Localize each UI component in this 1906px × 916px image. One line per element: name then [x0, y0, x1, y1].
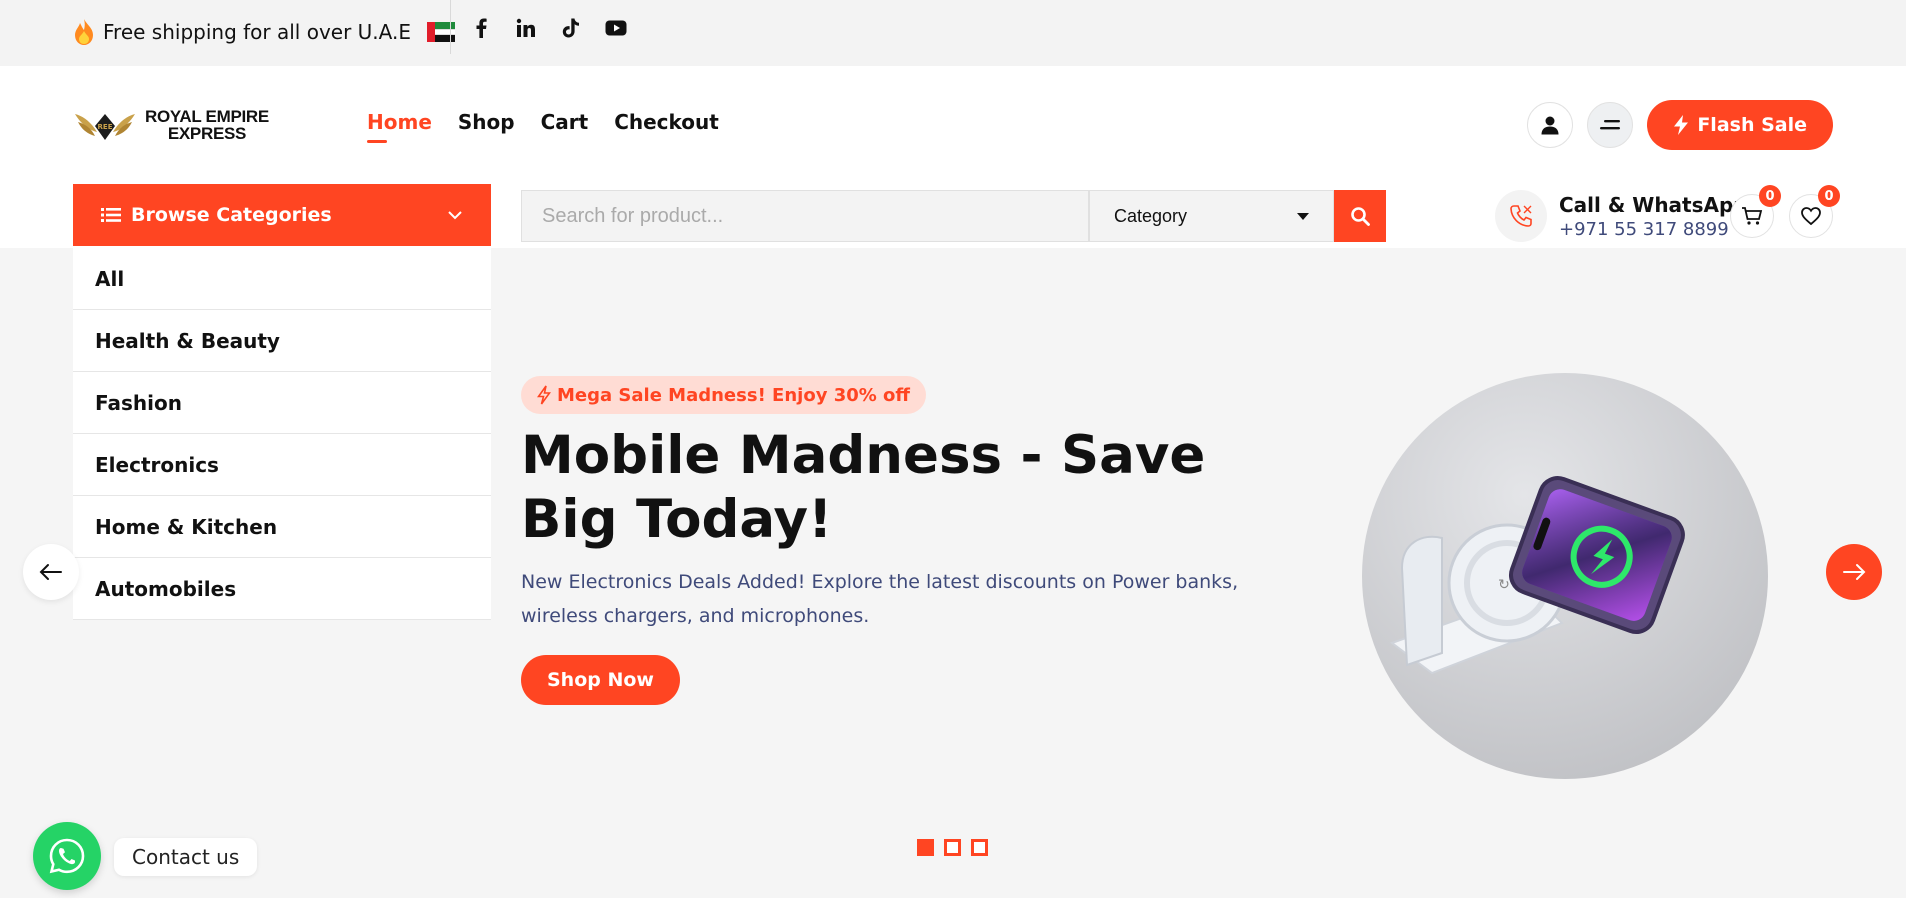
slide-dot-1[interactable]: [917, 839, 934, 856]
arrow-right-icon: [1843, 564, 1866, 580]
hero-product-image: ↻: [1362, 373, 1768, 779]
category-list: All Health & Beauty Fashion Electronics …: [73, 248, 491, 620]
category-item-health-beauty[interactable]: Health & Beauty: [73, 310, 491, 372]
slider-pagination: [917, 839, 988, 856]
category-select-value: Category: [1114, 205, 1188, 226]
hero-title: Mobile Madness - Save Big Today!: [521, 425, 1206, 550]
chevron-down-icon: [448, 211, 462, 220]
search-button[interactable]: [1334, 190, 1386, 242]
contact-text: Call & WhatsApp +971 55 317 8899: [1559, 193, 1748, 240]
logo-wordmark: ROYAL EMPIRE EXPRESS: [145, 108, 269, 142]
caret-down-icon: [1297, 212, 1309, 220]
wishlist-button[interactable]: 0: [1789, 185, 1840, 238]
lightning-icon: [537, 385, 551, 405]
facebook-icon[interactable]: [470, 17, 492, 39]
category-select[interactable]: Category: [1089, 190, 1334, 242]
slide-dot-3[interactable]: [971, 839, 988, 856]
svg-text:REE: REE: [98, 123, 113, 131]
account-button[interactable]: [1527, 102, 1574, 148]
main-nav: Home Shop Cart Checkout: [367, 110, 719, 143]
category-item-fashion[interactable]: Fashion: [73, 372, 491, 434]
logo-line-2: EXPRESS: [167, 124, 247, 143]
topbar-divider: [450, 0, 451, 54]
user-icon: [1541, 116, 1559, 135]
hero-promo-badge: Mega Sale Madness! Enjoy 30% off: [521, 376, 926, 414]
category-item-all[interactable]: All: [73, 248, 491, 310]
top-bar: Free shipping for all over U.A.E: [0, 0, 1906, 66]
category-item-automobiles[interactable]: Automobiles: [73, 558, 491, 620]
hero-promo-text: Mega Sale Madness! Enjoy 30% off: [557, 384, 910, 406]
fire-icon: [75, 19, 93, 45]
cart-count-badge: 0: [1759, 185, 1781, 207]
youtube-icon[interactable]: [605, 17, 627, 39]
slide-dot-2[interactable]: [944, 839, 961, 856]
arrow-left-icon: [39, 564, 62, 580]
logo-emblem-icon: REE: [75, 114, 135, 140]
wishlist-count-badge: 0: [1818, 185, 1840, 207]
whatsapp-button[interactable]: [33, 822, 101, 890]
category-item-home-kitchen[interactable]: Home & Kitchen: [73, 496, 491, 558]
menu-toggle-button[interactable]: [1587, 102, 1634, 148]
logo-line-1: ROYAL EMPIRE: [145, 107, 269, 126]
social-links: [470, 17, 627, 39]
browse-categories-label: Browse Categories: [131, 204, 332, 226]
next-slide-button[interactable]: [1826, 544, 1882, 600]
phone-icon: [1495, 190, 1547, 242]
contact-title: Call & WhatsApp: [1559, 192, 1748, 217]
nav-checkout[interactable]: Checkout: [614, 110, 719, 134]
lightning-icon: [1674, 115, 1689, 135]
flash-sale-button[interactable]: Flash Sale: [1647, 100, 1833, 150]
site-logo[interactable]: REE ROYAL EMPIRE EXPRESS: [73, 104, 269, 146]
contact-us-label[interactable]: Contact us: [114, 838, 258, 876]
nav-home[interactable]: Home: [367, 110, 432, 143]
browse-categories-button[interactable]: Browse Categories: [73, 184, 491, 246]
list-icon: [101, 208, 121, 222]
tiktok-icon[interactable]: [560, 17, 582, 39]
svg-text:↻: ↻: [1498, 577, 1510, 593]
previous-slide-button[interactable]: [23, 544, 79, 600]
whatsapp-icon: [49, 838, 85, 874]
search-icon: [1351, 207, 1370, 226]
cart-icon: [1742, 207, 1763, 225]
heart-icon: [1801, 207, 1821, 226]
cart-button[interactable]: 0: [1730, 185, 1781, 238]
shipping-promo: Free shipping for all over U.A.E: [73, 18, 455, 46]
category-item-electronics[interactable]: Electronics: [73, 434, 491, 496]
search-placeholder: Search for product...: [542, 204, 724, 227]
menu-icon: [1600, 120, 1621, 130]
linkedin-icon[interactable]: [515, 17, 537, 39]
search-input[interactable]: Search for product...: [521, 190, 1089, 242]
flash-sale-label: Flash Sale: [1697, 114, 1807, 136]
contact-phone[interactable]: +971 55 317 8899: [1559, 219, 1748, 240]
contact-block[interactable]: Call & WhatsApp +971 55 317 8899: [1495, 190, 1748, 242]
nav-cart[interactable]: Cart: [541, 110, 589, 134]
hero-description: New Electronics Deals Added! Explore the…: [521, 571, 1239, 627]
shop-now-button[interactable]: Shop Now: [521, 655, 680, 705]
header-actions: Flash Sale: [1527, 100, 1833, 150]
nav-shop[interactable]: Shop: [458, 110, 515, 134]
promo-text: Free shipping for all over U.A.E: [103, 20, 411, 44]
